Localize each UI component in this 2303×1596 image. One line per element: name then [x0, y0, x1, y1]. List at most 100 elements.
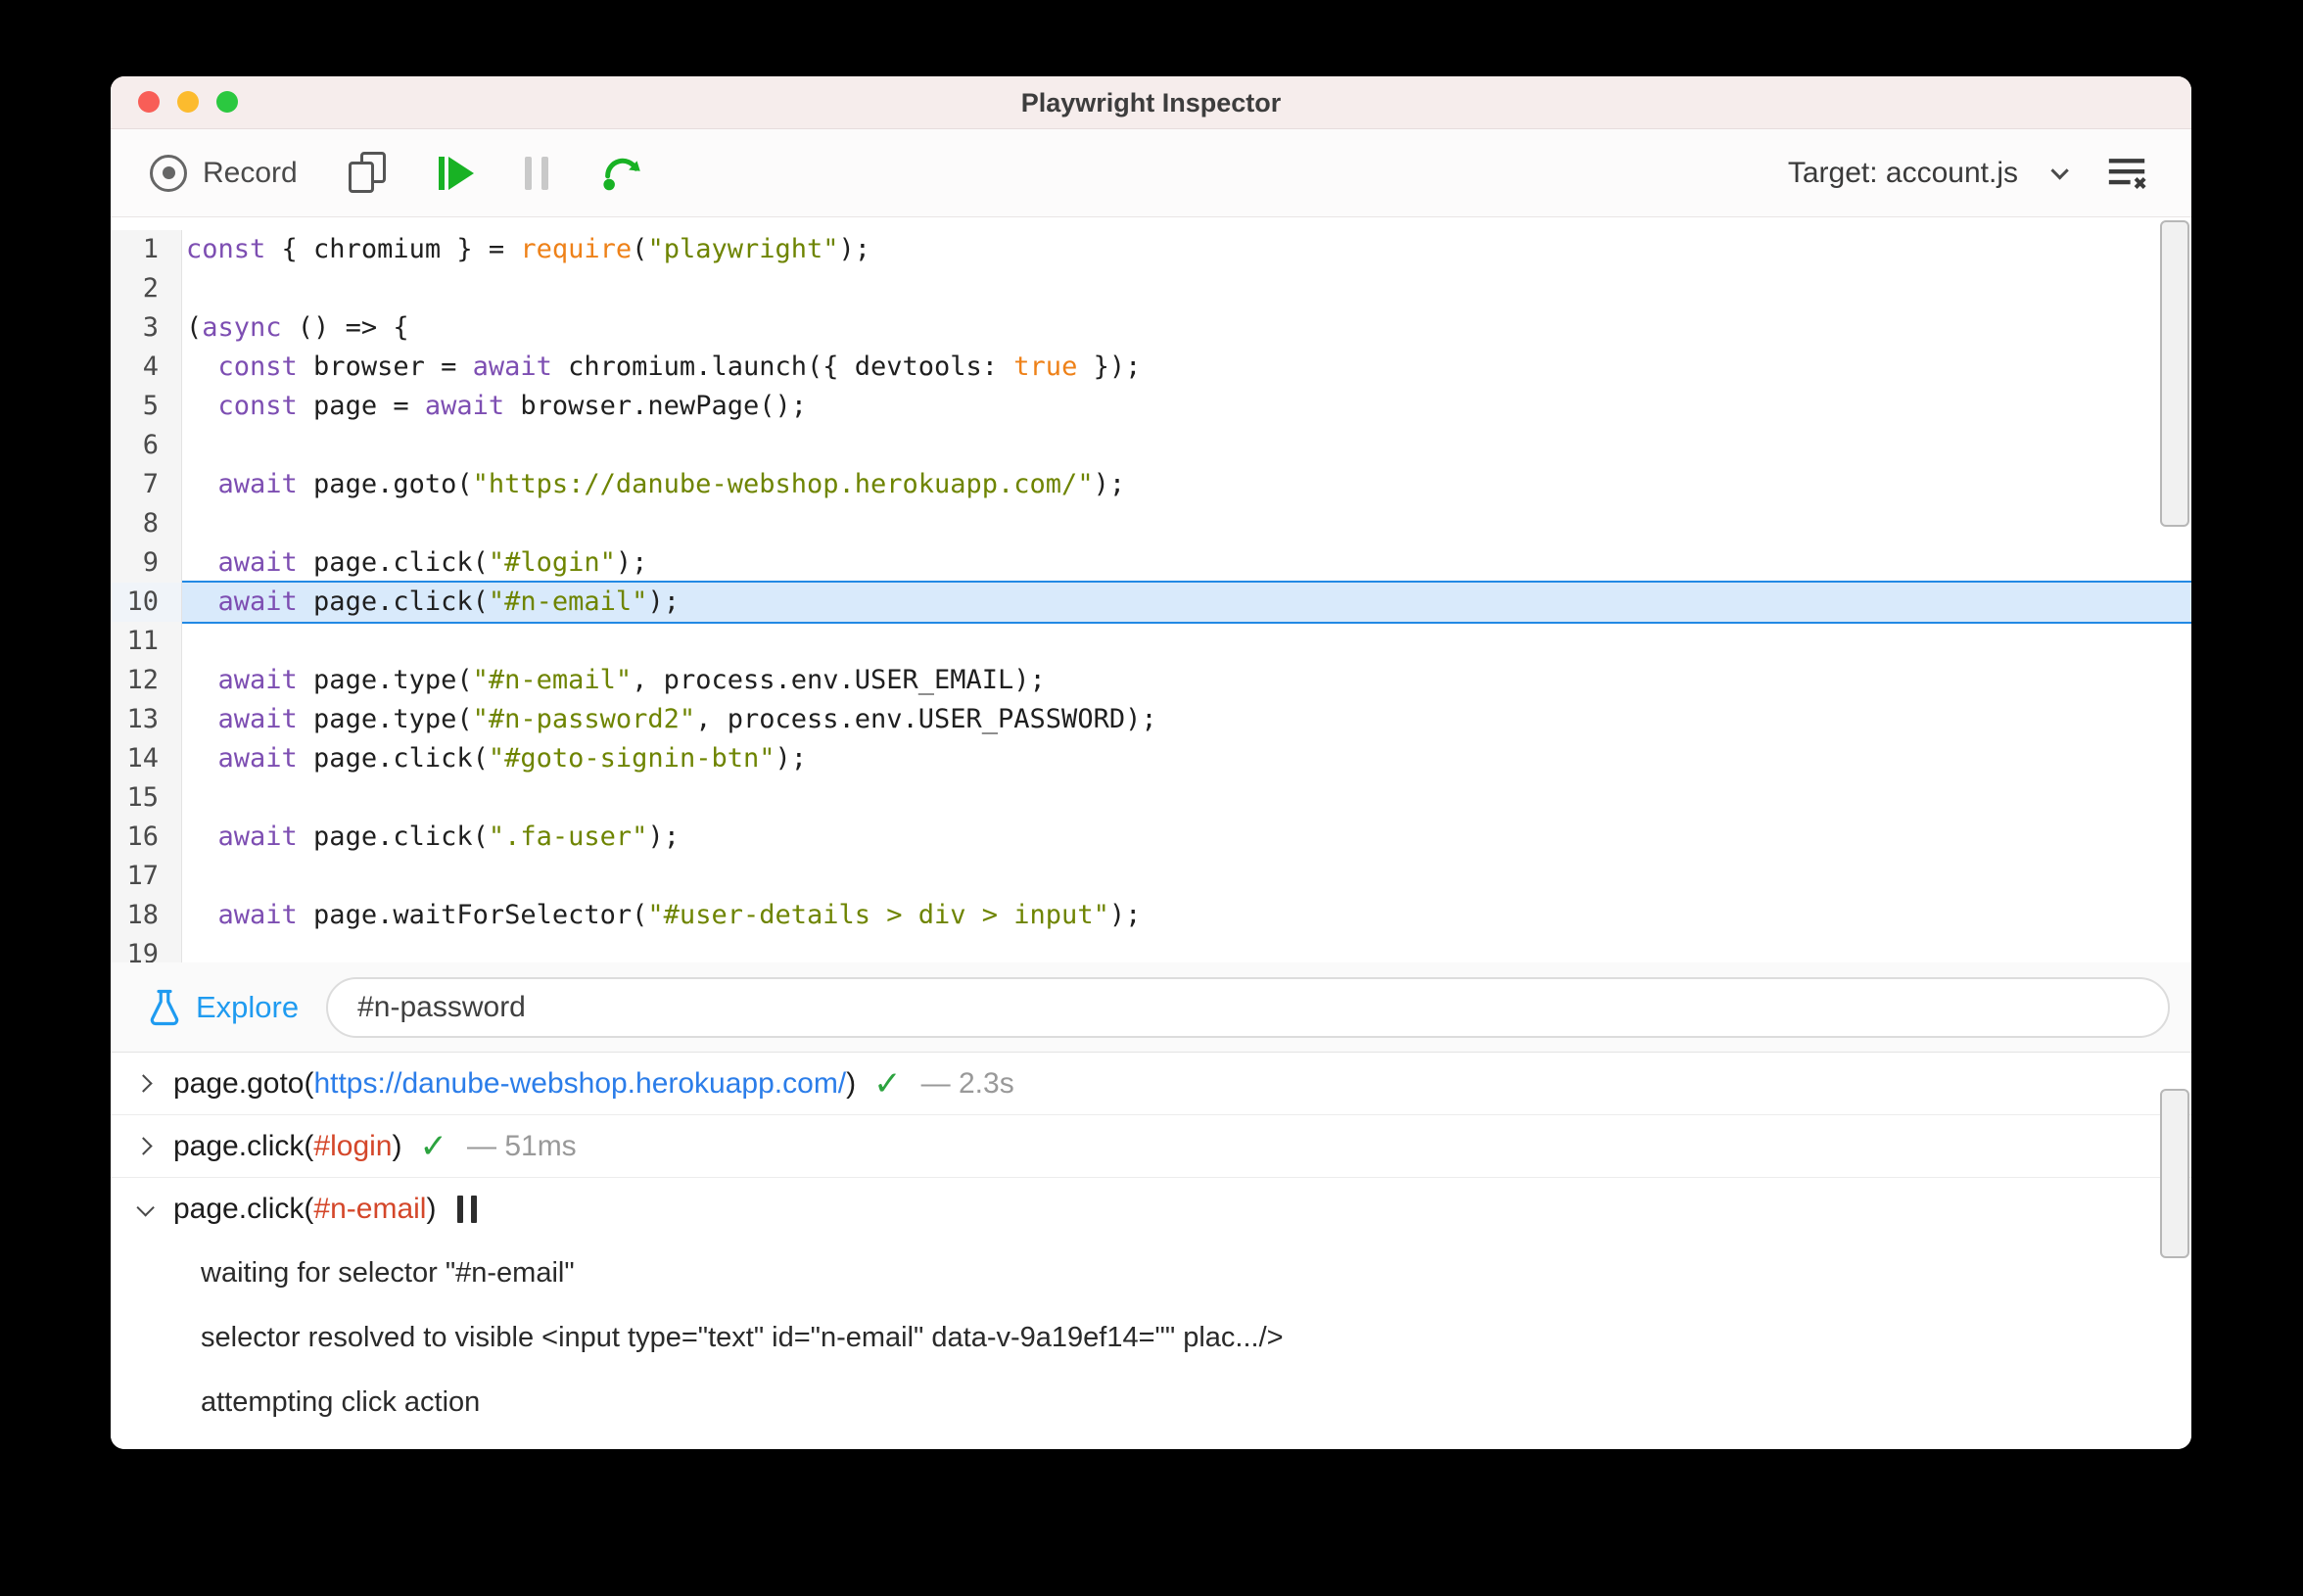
- line-number: 17: [111, 857, 182, 896]
- log-call-text: page.click(: [173, 1193, 314, 1225]
- line-number: 4: [111, 348, 182, 387]
- flask-icon: [150, 989, 179, 1025]
- success-check-icon: ✓: [419, 1126, 447, 1166]
- code-line[interactable]: 3 (async () => {: [111, 308, 2191, 348]
- line-number: 11: [111, 622, 182, 661]
- step-over-icon: [603, 158, 640, 190]
- code-line[interactable]: 14 await page.click("#goto-signin-btn");: [111, 739, 2191, 778]
- code-text: await page.click("#login");: [217, 547, 648, 578]
- record-label: Record: [203, 156, 298, 189]
- line-number: 7: [111, 465, 182, 504]
- selector-input[interactable]: [326, 976, 2170, 1038]
- code-line[interactable]: 6: [111, 426, 2191, 465]
- log-call-text: ): [426, 1193, 437, 1225]
- clear-log-button[interactable]: [2105, 154, 2148, 193]
- code-line[interactable]: 9 await page.click("#login");: [111, 543, 2191, 583]
- pause-button[interactable]: [524, 156, 548, 190]
- code-text: await page.waitForSelector("#user-detail…: [217, 900, 1142, 930]
- code-lines: 1 const { chromium } = require("playwrigh…: [111, 230, 2191, 962]
- record-button[interactable]: Record: [150, 154, 298, 192]
- step-over-button[interactable]: [599, 151, 644, 196]
- code-text: const page = await browser.newPage();: [217, 391, 807, 421]
- pause-icon: [524, 156, 532, 190]
- line-number: 1: [111, 230, 182, 269]
- chevron-right-icon: [134, 1074, 153, 1093]
- code-text: await page.click(".fa-user");: [217, 821, 680, 852]
- log-scrollbar-thumb[interactable]: [2160, 1089, 2189, 1258]
- line-number: 5: [111, 387, 182, 426]
- code-line[interactable]: 8: [111, 504, 2191, 543]
- line-number: 6: [111, 426, 182, 465]
- log-call-text: page.goto(: [173, 1066, 314, 1100]
- log-call-text: ): [846, 1066, 857, 1100]
- code-text: await page.goto("https://danube-webshop.…: [217, 469, 1126, 499]
- log-url-link[interactable]: https://danube-webshop.herokuapp.com/: [313, 1067, 846, 1101]
- action-log: page.goto(https://danube-webshop.herokua…: [111, 1053, 2191, 1449]
- code-line[interactable]: 12 await page.type("#n-email", process.e…: [111, 661, 2191, 700]
- code-line[interactable]: 18 await page.waitForSelector("#user-det…: [111, 896, 2191, 935]
- log-detail-line: attempting click action: [201, 1386, 481, 1418]
- explore-row: Explore: [111, 962, 2191, 1053]
- log-row[interactable]: page.goto(https://danube-webshop.herokua…: [111, 1053, 2191, 1115]
- code-text: await page.click("#goto-signin-btn");: [217, 743, 807, 774]
- target-select[interactable]: Target: account.js: [1787, 156, 2069, 190]
- code-line[interactable]: 2: [111, 269, 2191, 308]
- target-label: Target: account.js: [1787, 156, 2018, 189]
- line-number: 10: [111, 583, 182, 622]
- line-number: 16: [111, 818, 182, 857]
- log-row[interactable]: page.click(#login) ✓ — 51ms: [111, 1115, 2191, 1178]
- line-number: 19: [111, 935, 182, 962]
- code-line[interactable]: 15: [111, 778, 2191, 818]
- window-title: Playwright Inspector: [1020, 88, 1282, 117]
- code-line[interactable]: 17: [111, 857, 2191, 896]
- log-timing: — 2.3s: [920, 1066, 1014, 1100]
- log-selector: #login: [313, 1129, 393, 1162]
- code-line[interactable]: 16 await page.click(".fa-user");: [111, 818, 2191, 857]
- chevron-right-icon: [134, 1137, 153, 1155]
- log-row[interactable]: page.click(#n-email): [111, 1178, 2191, 1241]
- success-check-icon: ✓: [873, 1063, 902, 1103]
- line-number: 3: [111, 308, 182, 348]
- copy-script-button[interactable]: [348, 151, 388, 195]
- code-text: await page.click("#n-email");: [182, 583, 2191, 622]
- log-detail-line: waiting for selector "#n-email": [201, 1257, 575, 1289]
- code-line[interactable]: 5 const page = await browser.newPage();: [111, 387, 2191, 426]
- log-detail-line: selector resolved to visible <input type…: [201, 1322, 1284, 1353]
- line-number: 2: [111, 269, 182, 308]
- log-call-text: page.click(: [173, 1129, 314, 1162]
- code-text: await page.type("#n-password2", process.…: [217, 704, 1157, 734]
- line-number: 15: [111, 778, 182, 818]
- line-number: 12: [111, 661, 182, 700]
- code-editor[interactable]: 1 const { chromium } = require("playwrigh…: [111, 217, 2191, 962]
- chevron-down-icon: [136, 1197, 155, 1217]
- paused-icon: [457, 1196, 478, 1223]
- editor-scrollbar-thumb[interactable]: [2160, 220, 2189, 527]
- code-line-highlighted[interactable]: 10 await page.click("#n-email");: [111, 581, 2191, 624]
- record-icon: [150, 154, 187, 192]
- chevron-down-icon: [2050, 162, 2069, 180]
- code-line[interactable]: 19: [111, 935, 2191, 962]
- code-line[interactable]: 4 const browser = await chromium.launch(…: [111, 348, 2191, 387]
- clear-log-icon: [2108, 158, 2146, 189]
- code-line[interactable]: 13 await page.type("#n-password2", proce…: [111, 700, 2191, 739]
- resume-button[interactable]: [438, 156, 474, 190]
- code-text: const browser = await chromium.launch({ …: [217, 352, 1142, 382]
- code-text: const { chromium } = require("playwright…: [186, 234, 871, 264]
- explore-button[interactable]: Explore: [147, 988, 299, 1027]
- line-number: 8: [111, 504, 182, 543]
- line-number: 14: [111, 739, 182, 778]
- log-selector: #n-email: [313, 1193, 427, 1225]
- code-line[interactable]: 1 const { chromium } = require("playwrigh…: [111, 230, 2191, 269]
- log-call-text: ): [392, 1129, 402, 1162]
- code-line[interactable]: 7 await page.goto("https://danube-websho…: [111, 465, 2191, 504]
- line-number: 9: [111, 543, 182, 583]
- code-text: await page.type("#n-email", process.env.…: [217, 665, 1046, 695]
- line-number: 18: [111, 896, 182, 935]
- code-line[interactable]: 11: [111, 622, 2191, 661]
